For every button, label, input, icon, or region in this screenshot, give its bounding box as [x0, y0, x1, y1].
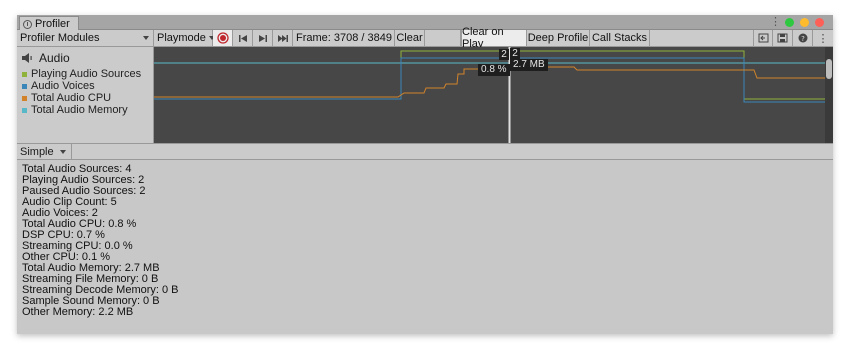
profiler-icon: [23, 19, 32, 29]
more-button[interactable]: ⋮: [813, 30, 833, 46]
more-icon: ⋮: [817, 32, 829, 45]
save-icon: [777, 33, 788, 43]
clear-button[interactable]: Clear: [395, 30, 425, 46]
view-mode-dropdown[interactable]: Simple: [17, 144, 72, 159]
profiler-window: Profiler ⋮ Profiler Modules Playmode Fra…: [17, 15, 833, 334]
load-icon: [758, 33, 768, 43]
profiler-modules-dropdown[interactable]: Profiler Modules: [17, 30, 154, 46]
tab-title: Profiler: [35, 18, 70, 30]
profiler-modules-label: Profiler Modules: [20, 32, 100, 44]
legend-playing-audio-sources[interactable]: Playing Audio Sources: [22, 68, 141, 80]
last-frame-button[interactable]: [273, 30, 293, 46]
legend-swatch: [22, 95, 27, 101]
playmode-label: Playmode: [157, 32, 206, 44]
speaker-icon: [22, 53, 32, 63]
detail-panel: Total Audio Sources: 4 Playing Audio Sou…: [17, 160, 833, 334]
legend-label: Total Audio Memory: [31, 104, 128, 116]
tab-profiler[interactable]: Profiler: [19, 16, 79, 31]
toolbar: Profiler Modules Playmode Frame: 3708 / …: [17, 26, 833, 50]
module-header-audio[interactable]: Audio: [22, 51, 70, 65]
help-icon: ?: [798, 33, 807, 43]
legend-label: Total Audio CPU: [31, 92, 112, 104]
svg-text:?: ?: [801, 35, 805, 43]
chevron-down-icon: [143, 36, 149, 40]
tooltip-playing-sources: 2: [499, 49, 509, 60]
save-button[interactable]: [773, 30, 793, 46]
legend-swatch: [22, 71, 27, 77]
legend-label: Audio Voices: [31, 80, 95, 92]
clear-on-play-toggle[interactable]: Clear on Play: [461, 26, 527, 50]
first-frame-button[interactable]: [233, 30, 253, 46]
first-frame-icon: [238, 34, 247, 42]
tooltip-total-audio-memory: 2.7 MB: [510, 59, 548, 71]
playmode-dropdown[interactable]: Playmode: [154, 30, 215, 46]
call-stacks-toggle[interactable]: Call Stacks: [590, 30, 650, 46]
next-frame-button[interactable]: [253, 30, 273, 46]
minimize-button[interactable]: [800, 18, 809, 27]
toolbar-spacer: [425, 30, 461, 46]
audio-graph[interactable]: 2 2 0.8 % 2.7 MB: [154, 47, 825, 143]
frame-counter-text: Frame: 3708 / 3849: [296, 32, 393, 44]
view-mode-label: Simple: [20, 145, 54, 158]
tooltip-total-audio-cpu: 0.8 %: [478, 64, 510, 76]
load-button[interactable]: [753, 30, 773, 46]
audio-graph-canvas: [154, 47, 825, 143]
graph-scrollbar[interactable]: [825, 47, 833, 143]
deep-profile-toggle[interactable]: Deep Profile: [527, 30, 590, 46]
help-button[interactable]: ?: [793, 30, 813, 46]
legend-swatch: [22, 107, 27, 113]
call-stacks-label: Call Stacks: [591, 32, 648, 44]
window-menu-icon[interactable]: ⋮: [770, 17, 781, 28]
module-title: Audio: [39, 51, 70, 65]
detail-toolbar: Simple: [17, 143, 833, 160]
title-bar: Profiler ⋮: [17, 15, 833, 31]
close-button[interactable]: [815, 18, 824, 27]
legend-label: Playing Audio Sources: [31, 68, 142, 80]
legend-swatch: [22, 83, 27, 89]
stat-other-memory: Other Memory: 2.2 MB: [22, 306, 134, 318]
next-frame-icon: [258, 34, 267, 42]
clear-label: Clear: [396, 32, 423, 44]
chevron-down-icon: [60, 149, 66, 154]
scrollbar-thumb[interactable]: [826, 59, 832, 79]
last-frame-icon: [277, 34, 288, 42]
module-list: Audio Playing Audio Sources Audio Voices…: [17, 47, 154, 143]
record-icon: [216, 32, 229, 44]
record-button[interactable]: [213, 30, 233, 46]
legend-audio-voices[interactable]: Audio Voices: [22, 80, 95, 92]
frame-counter: Frame: 3708 / 3849: [293, 30, 395, 46]
legend-total-audio-memory[interactable]: Total Audio Memory: [22, 104, 128, 116]
legend-total-audio-cpu[interactable]: Total Audio CPU: [22, 92, 111, 104]
maximize-button[interactable]: [785, 18, 794, 27]
deep-profile-label: Deep Profile: [527, 32, 589, 44]
tooltip-audio-voices: 2: [510, 48, 520, 59]
